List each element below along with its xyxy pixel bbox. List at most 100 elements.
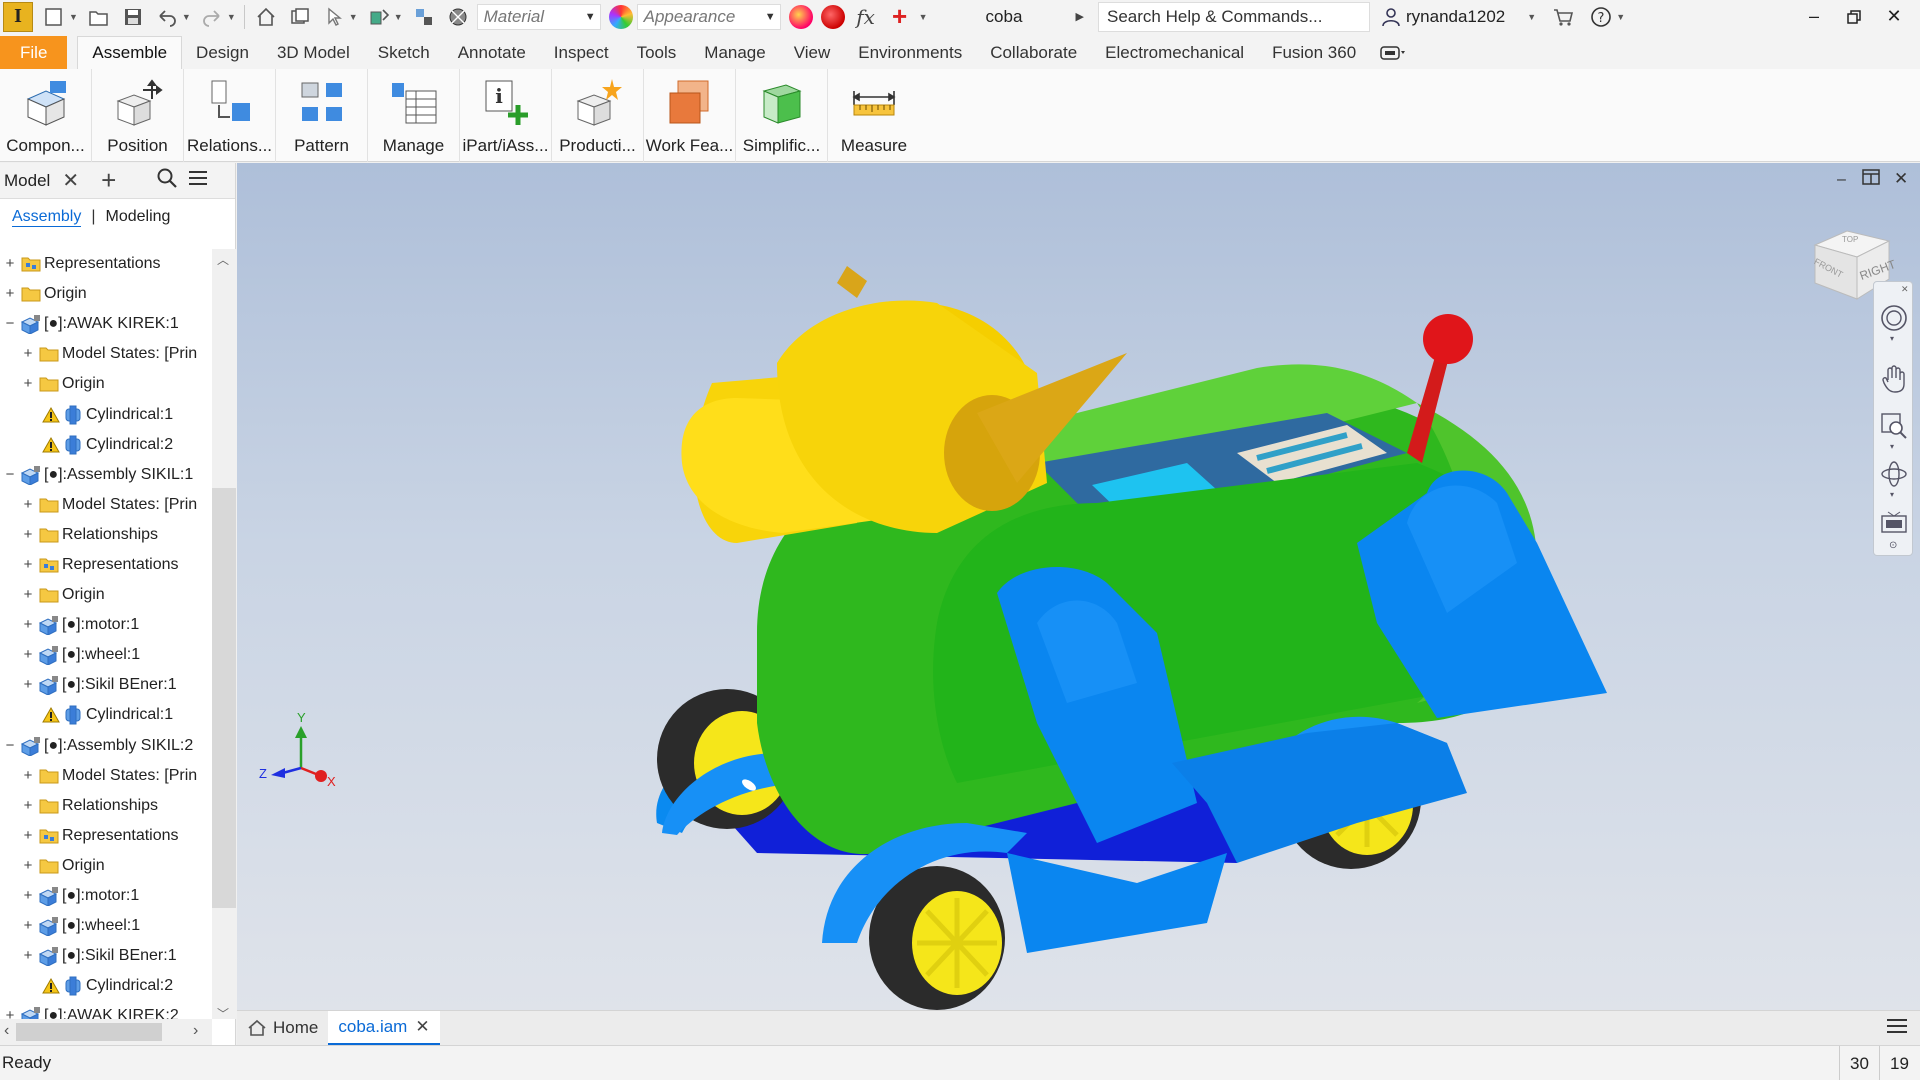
- tree-node[interactable]: + Relationships: [0, 520, 212, 550]
- expand-icon[interactable]: +: [22, 557, 34, 572]
- tab-sketch[interactable]: Sketch: [364, 36, 444, 69]
- project-icon[interactable]: [287, 4, 313, 30]
- expand-icon[interactable]: +: [22, 617, 34, 632]
- manage-button[interactable]: Manage: [368, 69, 460, 162]
- navbar-options-icon[interactable]: ⊙: [1889, 540, 1897, 551]
- orbit-icon[interactable]: [1880, 460, 1908, 493]
- expand-icon[interactable]: +: [22, 376, 34, 391]
- tab-assemble[interactable]: Assemble: [77, 36, 183, 69]
- tree-node[interactable]: − [●]:AWAK KIREK:1: [0, 309, 212, 339]
- home-icon[interactable]: [253, 4, 279, 30]
- expand-icon[interactable]: +: [4, 1008, 16, 1019]
- viewport-close-icon[interactable]: ✕: [1894, 169, 1908, 189]
- tab-environments[interactable]: Environments: [844, 36, 976, 69]
- ribbon-display-options[interactable]: [1370, 36, 1416, 69]
- select-dropdown-icon[interactable]: ▼: [349, 12, 358, 22]
- tree-node[interactable]: + [●]:Sikil BEner:1: [0, 670, 212, 700]
- app-logo-icon[interactable]: I: [3, 1, 33, 32]
- scroll-down-icon[interactable]: ﹀: [217, 1005, 229, 1022]
- user-dropdown-icon[interactable]: ▼: [1527, 12, 1536, 22]
- update-icon[interactable]: [366, 4, 392, 30]
- expand-icon[interactable]: +: [22, 647, 34, 662]
- adaptive-icon[interactable]: [411, 4, 437, 30]
- close-window-icon[interactable]: ✕: [1874, 2, 1914, 32]
- expand-icon[interactable]: +: [22, 828, 34, 843]
- expand-icon[interactable]: +: [22, 768, 34, 783]
- steering-wheel-icon[interactable]: [1880, 304, 1908, 337]
- expand-icon[interactable]: +: [22, 948, 34, 963]
- collapse-icon[interactable]: −: [4, 467, 16, 482]
- clear-appearance-icon[interactable]: [820, 4, 845, 29]
- graphics-window[interactable]: – ✕ TOP FRONT RIGHT ✕ ▾ ▾ ▾ ⊙ Y X Z: [237, 163, 1920, 1010]
- adjust-appearance-icon[interactable]: [788, 4, 813, 29]
- open-file-icon[interactable]: [86, 4, 112, 30]
- expand-icon[interactable]: +: [22, 918, 34, 933]
- customize-toolbar-icon[interactable]: ▼: [919, 12, 928, 22]
- assembly-3d-model[interactable]: [237, 163, 1920, 1010]
- subtab-assembly[interactable]: Assembly: [12, 208, 82, 227]
- minimize-icon[interactable]: –: [1794, 2, 1834, 32]
- tab-manage[interactable]: Manage: [690, 36, 779, 69]
- select-icon[interactable]: [321, 4, 347, 30]
- scroll-left-icon[interactable]: ‹: [4, 1022, 9, 1040]
- tree-node[interactable]: Cylindrical:2: [0, 971, 212, 1001]
- zoom-dropdown-icon[interactable]: ▾: [1890, 442, 1894, 451]
- redo-dropdown-icon[interactable]: ▼: [227, 12, 236, 22]
- menu-icon[interactable]: [188, 169, 208, 192]
- viewport-minimize-icon[interactable]: –: [1837, 171, 1846, 189]
- productivity-button[interactable]: Producti...: [552, 69, 644, 162]
- restore-icon[interactable]: [1834, 2, 1874, 32]
- home-tab[interactable]: Home: [237, 1011, 328, 1046]
- tree-node[interactable]: Cylindrical:1: [0, 700, 212, 730]
- tab-inspect[interactable]: Inspect: [540, 36, 623, 69]
- tab-design[interactable]: Design: [182, 36, 263, 69]
- expand-icon[interactable]: +: [22, 677, 34, 692]
- appearance-color-icon[interactable]: [608, 4, 633, 29]
- new-dropdown-icon[interactable]: ▼: [69, 12, 78, 22]
- tab-electromechanical[interactable]: Electromechanical: [1091, 36, 1258, 69]
- tree-node[interactable]: + Origin: [0, 369, 212, 399]
- scroll-right-icon[interactable]: ›: [193, 1022, 198, 1040]
- tree-node[interactable]: + [●]:motor:1: [0, 881, 212, 911]
- expand-icon[interactable]: +: [22, 497, 34, 512]
- pan-icon[interactable]: [1880, 364, 1908, 399]
- undo-icon[interactable]: [154, 4, 180, 30]
- material-select[interactable]: Material ▼: [476, 3, 601, 30]
- appearance-select[interactable]: Appearance ▼: [636, 3, 781, 30]
- cart-icon[interactable]: [1550, 4, 1576, 30]
- tab-view[interactable]: View: [780, 36, 845, 69]
- expand-icon[interactable]: +: [22, 888, 34, 903]
- tree-node[interactable]: − [●]:Assembly SIKIL:2: [0, 731, 212, 761]
- new-file-icon[interactable]: [41, 4, 67, 30]
- tab-collaborate[interactable]: Collaborate: [976, 36, 1091, 69]
- collapse-icon[interactable]: −: [4, 316, 16, 331]
- zoom-icon[interactable]: [1880, 412, 1908, 445]
- save-icon[interactable]: [120, 4, 146, 30]
- work-features-button[interactable]: Work Fea...: [644, 69, 736, 162]
- orbit-dropdown-icon[interactable]: ▾: [1890, 490, 1894, 499]
- scroll-up-icon[interactable]: ︿: [217, 251, 229, 268]
- tab-menu-icon[interactable]: [1886, 1017, 1908, 1040]
- search-icon[interactable]: [156, 167, 178, 194]
- navbar-dropdown-icon[interactable]: ▾: [1890, 334, 1894, 343]
- tree-node[interactable]: + [●]:wheel:1: [0, 911, 212, 941]
- tab-tools[interactable]: Tools: [623, 36, 691, 69]
- relationships-button[interactable]: Relations...: [184, 69, 276, 162]
- tree-node[interactable]: Cylindrical:2: [0, 430, 212, 460]
- tree-node[interactable]: + [●]:Sikil BEner:1: [0, 941, 212, 971]
- user-name[interactable]: rynanda1202: [1406, 7, 1505, 27]
- user-icon[interactable]: [1378, 4, 1404, 30]
- expand-icon[interactable]: +: [22, 798, 34, 813]
- update-dropdown-icon[interactable]: ▼: [394, 12, 403, 22]
- add-icon[interactable]: +: [887, 1, 913, 31]
- tree-node[interactable]: + Relationships: [0, 791, 212, 821]
- ipart-button[interactable]: i iPart/iAss...: [460, 69, 552, 162]
- tree-node[interactable]: + Model States: [Prin: [0, 761, 212, 791]
- look-at-icon[interactable]: [1880, 510, 1908, 541]
- tree-node[interactable]: + [●]:wheel:1: [0, 640, 212, 670]
- add-browser-icon[interactable]: +: [101, 165, 116, 196]
- tree-node[interactable]: + Representations: [0, 550, 212, 580]
- tree-node[interactable]: + [●]:motor:1: [0, 610, 212, 640]
- tree-vertical-scroll-thumb[interactable]: [212, 488, 236, 908]
- expand-icon[interactable]: +: [22, 587, 34, 602]
